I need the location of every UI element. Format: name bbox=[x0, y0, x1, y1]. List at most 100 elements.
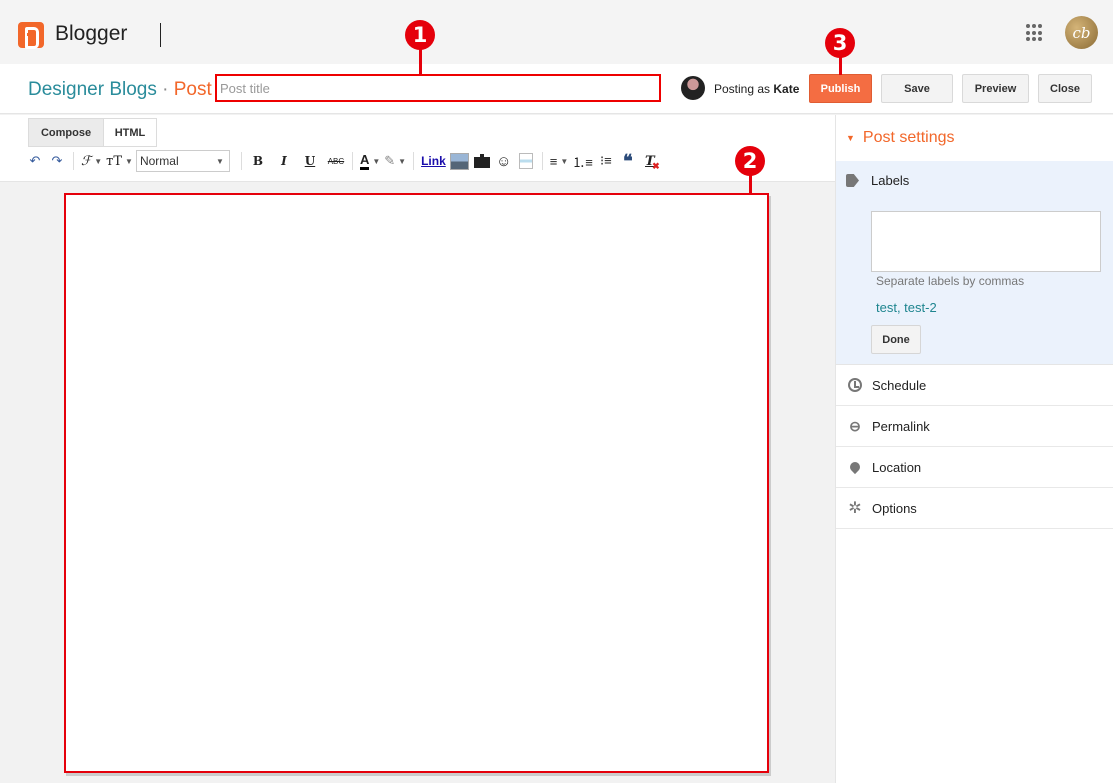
font-family-button[interactable]: ℱ ▼ bbox=[79, 150, 104, 172]
redo-icon[interactable]: ↷ bbox=[46, 150, 68, 172]
chevron-down-icon: ▼ bbox=[372, 156, 381, 166]
bullet-list-button[interactable]: ⁝≡ bbox=[595, 150, 617, 172]
clear-formatting-button[interactable]: T ✖ bbox=[639, 150, 661, 172]
paragraph-format-value: Normal bbox=[139, 154, 179, 168]
labels-hint: Separate labels by commas bbox=[876, 274, 1025, 288]
smiley-icon: ☺ bbox=[496, 152, 512, 170]
posting-as-text: Posting as Kate bbox=[714, 82, 799, 96]
chevron-down-icon: ▼ bbox=[560, 156, 569, 166]
brand-name[interactable]: Blogger bbox=[55, 22, 127, 46]
sidebar-item-label: Permalink bbox=[872, 418, 930, 434]
insert-video-button[interactable] bbox=[471, 150, 493, 172]
quote-button[interactable]: ❝ bbox=[617, 150, 639, 172]
post-title-input[interactable] bbox=[215, 74, 661, 102]
posting-as-user: Kate bbox=[773, 82, 800, 96]
insert-jump-break-button[interactable] bbox=[515, 150, 537, 172]
post-body-editor[interactable] bbox=[64, 193, 769, 773]
sidebar-item-label: Options bbox=[872, 500, 917, 516]
insert-image-button[interactable] bbox=[448, 150, 471, 172]
toolbar-divider bbox=[413, 152, 415, 170]
tag-icon bbox=[846, 174, 859, 187]
apps-grid-icon[interactable] bbox=[1026, 24, 1044, 42]
sidebar-item-label: Location bbox=[872, 459, 922, 475]
breadcrumb: Designer Blogs · Post bbox=[28, 79, 212, 101]
bullet-list-icon: ⁝≡ bbox=[600, 153, 612, 168]
font-size-icon: ᴛT bbox=[106, 153, 123, 169]
posting-as-prefix: Posting as bbox=[714, 82, 771, 96]
post-header: Designer Blogs · Post Posting as Kate Pu… bbox=[0, 64, 1113, 114]
chevron-down-icon: ▼ bbox=[398, 156, 407, 166]
underline-button[interactable]: U bbox=[299, 150, 321, 172]
post-settings-header[interactable]: ▼ Post settings bbox=[836, 115, 1113, 161]
toolbar-divider bbox=[541, 152, 543, 170]
top-bar: Blogger cb bbox=[0, 0, 1113, 64]
quote-icon: ❝ bbox=[623, 150, 633, 172]
font-size-button[interactable]: ᴛT ▼ bbox=[104, 150, 135, 172]
toolbar-divider bbox=[351, 152, 353, 170]
annotation-2-badge: 2 bbox=[735, 146, 765, 176]
close-button[interactable]: Close bbox=[1038, 74, 1092, 103]
link-button[interactable]: Link bbox=[419, 150, 448, 172]
caret-down-icon: ▼ bbox=[846, 133, 855, 143]
annotation-1-badge: 1 bbox=[405, 20, 435, 50]
save-button[interactable]: Save bbox=[881, 74, 953, 103]
toolbar-divider bbox=[240, 152, 242, 170]
profile-avatar[interactable]: cb bbox=[1065, 16, 1098, 49]
publish-button[interactable]: Publish bbox=[809, 74, 872, 103]
toolbar-divider bbox=[73, 152, 74, 170]
align-left-icon: ≡ bbox=[549, 153, 558, 169]
format-toolbar: ↶ ↷ ℱ ▼ ᴛT ▼ Normal ▼ B I U ABC A ▼ ✎ ▼ Link … bbox=[24, 149, 661, 173]
blogger-logo-icon[interactable] bbox=[18, 22, 44, 49]
breadcrumb-separator: · bbox=[162, 79, 169, 100]
undo-icon[interactable]: ↶ bbox=[24, 150, 46, 172]
chevron-down-icon: ▼ bbox=[216, 156, 224, 166]
highlight-color-button[interactable]: ✎ ▼ bbox=[382, 150, 408, 172]
annotation-1-line bbox=[419, 48, 422, 75]
chevron-down-icon: ▼ bbox=[125, 156, 133, 166]
jump-break-icon bbox=[518, 153, 533, 169]
location-pin-icon bbox=[846, 459, 864, 475]
existing-labels[interactable]: test, test-2 bbox=[876, 300, 937, 315]
font-family-icon: ℱ bbox=[81, 153, 92, 169]
insert-emoji-button[interactable]: ☺ bbox=[493, 150, 515, 172]
sidebar-item-location[interactable]: Location bbox=[836, 447, 1113, 488]
blog-name-link[interactable]: Designer Blogs bbox=[28, 79, 157, 100]
annotation-3-badge: 3 bbox=[825, 28, 855, 58]
labels-input[interactable] bbox=[871, 211, 1101, 272]
video-icon bbox=[473, 154, 490, 168]
clear-formatting-icon: T ✖ bbox=[645, 153, 660, 172]
sidebar-item-label: Schedule bbox=[872, 377, 927, 393]
paragraph-format-select[interactable]: Normal ▼ bbox=[135, 150, 230, 172]
poster-avatar bbox=[681, 76, 705, 100]
post-settings-sidebar: ▼ Post settings Labels Separate labels b… bbox=[835, 115, 1113, 783]
labels-done-button[interactable]: Done bbox=[871, 325, 921, 354]
tab-html[interactable]: HTML bbox=[104, 119, 156, 146]
gear-icon: ✲ bbox=[848, 500, 862, 517]
editor-area bbox=[0, 182, 835, 783]
text-color-icon: A bbox=[359, 152, 370, 170]
sidebar-item-schedule[interactable]: Schedule bbox=[836, 365, 1113, 406]
mode-tabs: Compose HTML bbox=[28, 118, 157, 147]
strikethrough-button[interactable]: ABC bbox=[325, 150, 347, 172]
highlighter-icon: ✎ bbox=[384, 153, 396, 168]
section-label: Post bbox=[173, 79, 212, 100]
preview-button[interactable]: Preview bbox=[962, 74, 1029, 103]
image-icon bbox=[449, 152, 469, 170]
text-color-button[interactable]: A ▼ bbox=[358, 150, 382, 172]
labels-header[interactable]: Labels bbox=[846, 173, 909, 188]
numbered-list-button[interactable]: ⒈≡ bbox=[570, 150, 595, 172]
sidebar-item-permalink[interactable]: ⊖ Permalink bbox=[836, 406, 1113, 447]
brand-divider bbox=[160, 23, 161, 47]
bold-button[interactable]: B bbox=[247, 150, 269, 172]
tab-compose[interactable]: Compose bbox=[29, 119, 104, 146]
labels-panel: Labels Separate labels by commas test, t… bbox=[836, 161, 1113, 365]
post-settings-title: Post settings bbox=[862, 129, 955, 146]
labels-title: Labels bbox=[871, 173, 910, 188]
numbered-list-icon: ⒈≡ bbox=[572, 154, 593, 170]
italic-button[interactable]: I bbox=[273, 150, 295, 172]
editor-toolbar-area: Compose HTML ↶ ↷ ℱ ▼ ᴛT ▼ Normal ▼ B I U AB… bbox=[0, 115, 835, 182]
sidebar-item-options[interactable]: ✲ Options bbox=[836, 488, 1113, 529]
link-icon: ⊖ bbox=[849, 417, 861, 434]
clock-icon bbox=[846, 378, 864, 392]
alignment-button[interactable]: ≡ ▼ bbox=[548, 150, 571, 172]
